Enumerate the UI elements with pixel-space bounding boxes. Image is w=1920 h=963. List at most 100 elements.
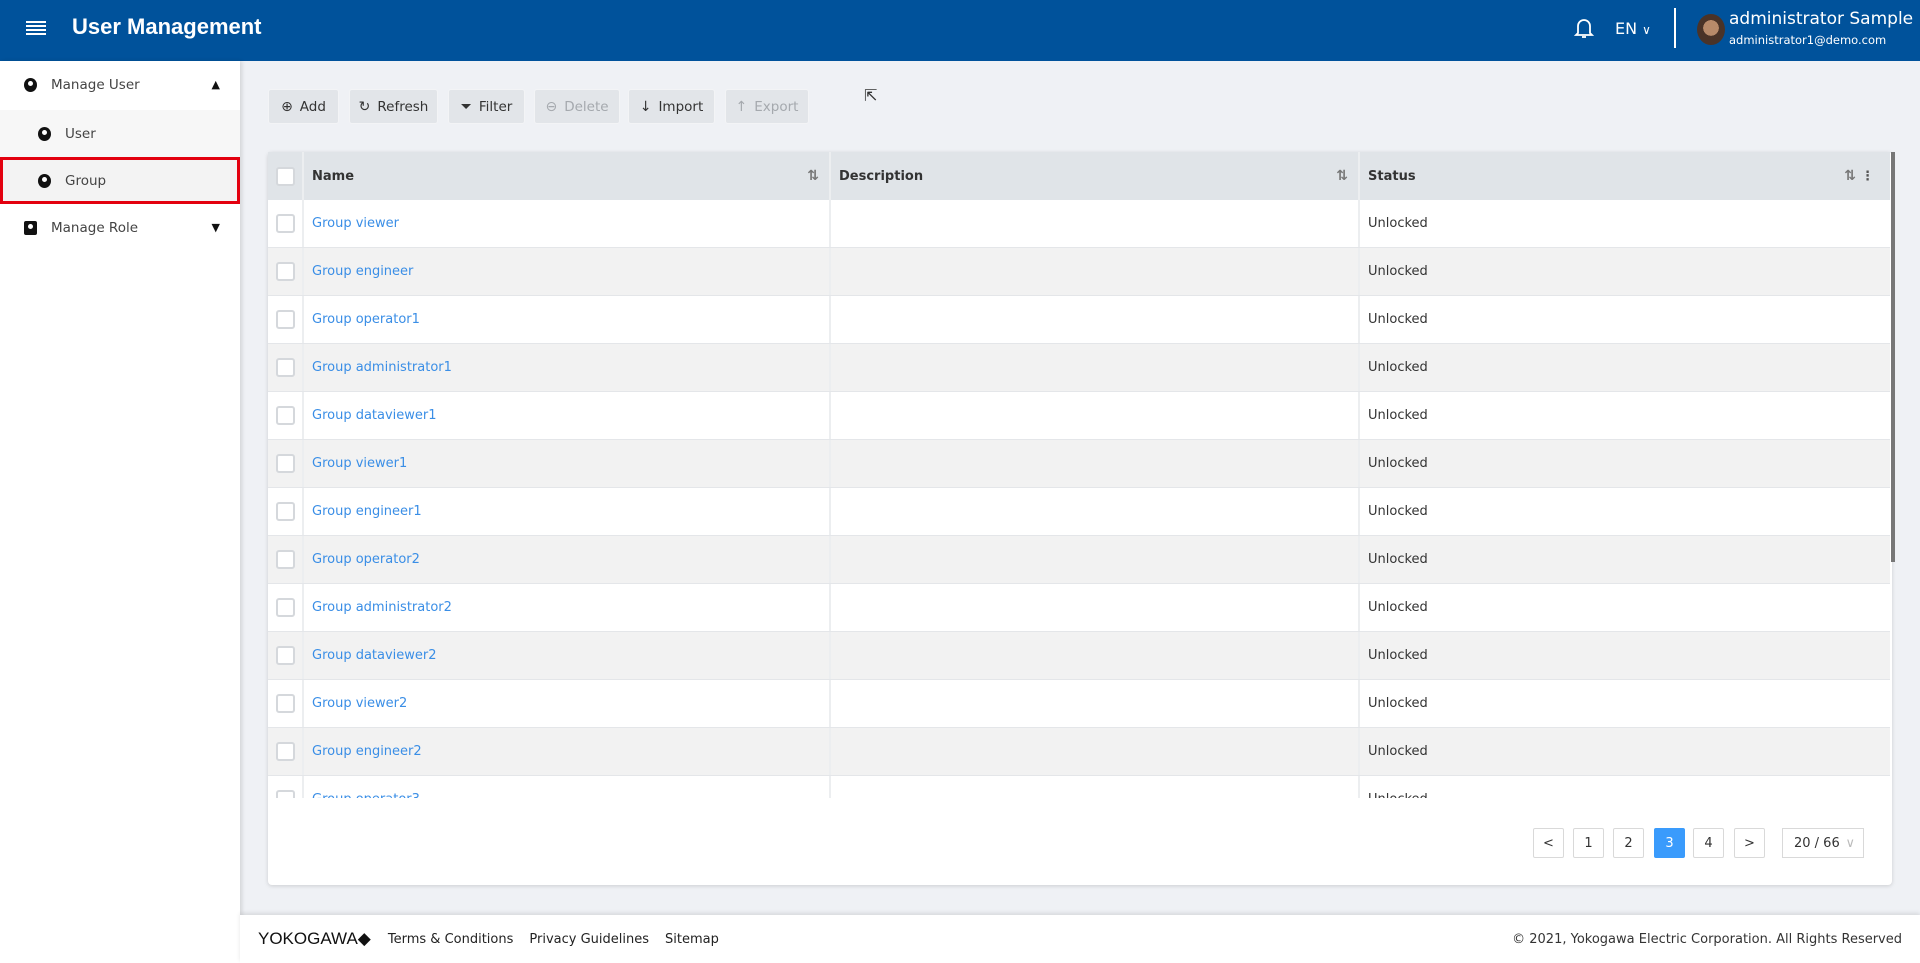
group-name-link[interactable]: Group dataviewer2 <box>312 648 437 663</box>
more-options-icon[interactable]: ⋮ <box>1861 169 1874 184</box>
status-cell: Unlocked <box>1360 728 1890 775</box>
group-name-link[interactable]: Group engineer1 <box>312 504 422 519</box>
arrow-up-icon: ↑ <box>735 98 748 115</box>
group-name-link[interactable]: Group engineer <box>312 264 413 279</box>
refresh-icon: ↻ <box>358 98 371 115</box>
hamburger-menu-icon[interactable] <box>26 21 46 37</box>
column-header-status[interactable]: Status ⇅ ⋮ <box>1360 152 1890 200</box>
status-text: Unlocked <box>1368 360 1428 375</box>
avatar[interactable] <box>1697 14 1725 45</box>
page-title: User Management <box>72 14 262 39</box>
table-row: Group administrator2 Unlocked <box>268 584 1890 632</box>
page-size-select[interactable]: 20 / 66 ∨ <box>1782 828 1864 858</box>
refresh-button[interactable]: ↻ Refresh <box>349 89 438 124</box>
status-text: Unlocked <box>1368 552 1428 567</box>
chevron-right-icon: > <box>1744 835 1755 851</box>
language-selector[interactable]: EN ∨ <box>1615 19 1651 38</box>
sort-icon[interactable]: ⇅ <box>1336 168 1348 184</box>
sidebar-item-label: Group <box>65 172 107 189</box>
table-row: Group operator2 Unlocked <box>268 536 1890 584</box>
status-cell: Unlocked <box>1360 488 1890 535</box>
checkbox-cell <box>268 344 304 391</box>
table-row: Group engineer1 Unlocked <box>268 488 1890 536</box>
export-button[interactable]: ↑ Export <box>725 89 809 124</box>
row-checkbox[interactable] <box>275 214 295 233</box>
privacy-link[interactable]: Privacy Guidelines <box>529 932 649 947</box>
page-4-button[interactable]: 4 <box>1693 828 1724 858</box>
row-checkbox[interactable] <box>275 262 295 281</box>
page-3-button[interactable]: 3 <box>1654 828 1685 858</box>
terms-link[interactable]: Terms & Conditions <box>388 932 514 947</box>
top-header: User Management EN ∨ administrator Sampl… <box>0 0 1920 61</box>
status-cell: Unlocked <box>1360 632 1890 679</box>
row-checkbox[interactable] <box>275 646 295 665</box>
row-checkbox[interactable] <box>275 454 295 473</box>
import-button[interactable]: ↓ Import <box>628 89 715 124</box>
group-name-link[interactable]: Group viewer <box>312 216 399 231</box>
status-cell: Unlocked <box>1360 296 1890 343</box>
description-cell <box>831 632 1360 679</box>
status-text: Unlocked <box>1368 216 1428 231</box>
group-name-link[interactable]: Group administrator2 <box>312 600 452 615</box>
description-cell <box>831 584 1360 631</box>
name-cell: Group viewer1 <box>304 440 831 487</box>
group-name-link[interactable]: Group dataviewer1 <box>312 408 437 423</box>
group-name-link[interactable]: Group engineer2 <box>312 744 422 759</box>
row-checkbox[interactable] <box>275 550 295 569</box>
bell-icon[interactable] <box>1574 16 1594 40</box>
page-1-button[interactable]: 1 <box>1573 828 1604 858</box>
arrow-down-icon: ↓ <box>639 98 652 115</box>
row-checkbox[interactable] <box>275 358 295 377</box>
vertical-scrollbar[interactable] <box>1891 152 1895 562</box>
checkbox-cell <box>268 536 304 583</box>
row-checkbox[interactable] <box>275 790 295 798</box>
group-name-link[interactable]: Group viewer1 <box>312 456 407 471</box>
page-2-button[interactable]: 2 <box>1613 828 1644 858</box>
column-label: Name <box>312 168 355 184</box>
export-label: Export <box>754 98 799 115</box>
name-cell: Group engineer1 <box>304 488 831 535</box>
group-name-link[interactable]: Group operator1 <box>312 312 420 327</box>
status-text: Unlocked <box>1368 312 1428 327</box>
name-cell: Group engineer2 <box>304 728 831 775</box>
sidebar: Manage User ▲ User Group Manage Role ▼ <box>0 61 240 963</box>
select-all-checkbox[interactable] <box>275 166 295 186</box>
row-checkbox[interactable] <box>275 742 295 761</box>
row-checkbox[interactable] <box>275 502 295 521</box>
group-name-link[interactable]: Group viewer2 <box>312 696 407 711</box>
filter-button[interactable]: ⏷ Filter <box>448 89 525 124</box>
row-checkbox[interactable] <box>275 694 295 713</box>
name-cell: Group dataviewer2 <box>304 632 831 679</box>
delete-label: Delete <box>564 98 609 115</box>
minus-circle-icon: ⊖ <box>545 98 558 115</box>
language-label: EN <box>1615 19 1638 38</box>
table-row: Group viewer Unlocked <box>268 200 1890 248</box>
sitemap-link[interactable]: Sitemap <box>665 932 719 947</box>
column-header-name[interactable]: Name ⇅ <box>304 152 831 200</box>
column-header-description[interactable]: Description ⇅ <box>831 152 1360 200</box>
status-cell: Unlocked <box>1360 584 1890 631</box>
status-text: Unlocked <box>1368 408 1428 423</box>
table-row: Group viewer2 Unlocked <box>268 680 1890 728</box>
row-checkbox[interactable] <box>275 310 295 329</box>
add-button[interactable]: ⊕ Add <box>268 89 339 124</box>
sort-icon[interactable]: ⇅ <box>1844 168 1856 184</box>
sort-icon[interactable]: ⇅ <box>807 168 819 184</box>
prev-page-button[interactable]: < <box>1533 828 1564 858</box>
plus-circle-icon: ⊕ <box>281 98 293 115</box>
description-cell <box>831 440 1360 487</box>
sidebar-item-user[interactable]: User <box>0 110 240 157</box>
sidebar-item-manage-user[interactable]: Manage User ▲ <box>0 61 240 108</box>
status-cell: Unlocked <box>1360 392 1890 439</box>
delete-button[interactable]: ⊖ Delete <box>534 89 620 124</box>
sidebar-item-manage-role[interactable]: Manage Role ▼ <box>0 204 240 251</box>
sidebar-item-group[interactable]: Group <box>0 157 240 204</box>
row-checkbox[interactable] <box>275 598 295 617</box>
row-checkbox[interactable] <box>275 406 295 425</box>
group-name-link[interactable]: Group administrator1 <box>312 360 452 375</box>
group-name-link[interactable]: Group operator3 <box>312 792 420 798</box>
checkbox-cell <box>268 296 304 343</box>
status-cell: Unlocked <box>1360 680 1890 727</box>
group-name-link[interactable]: Group operator2 <box>312 552 420 567</box>
next-page-button[interactable]: > <box>1734 828 1765 858</box>
